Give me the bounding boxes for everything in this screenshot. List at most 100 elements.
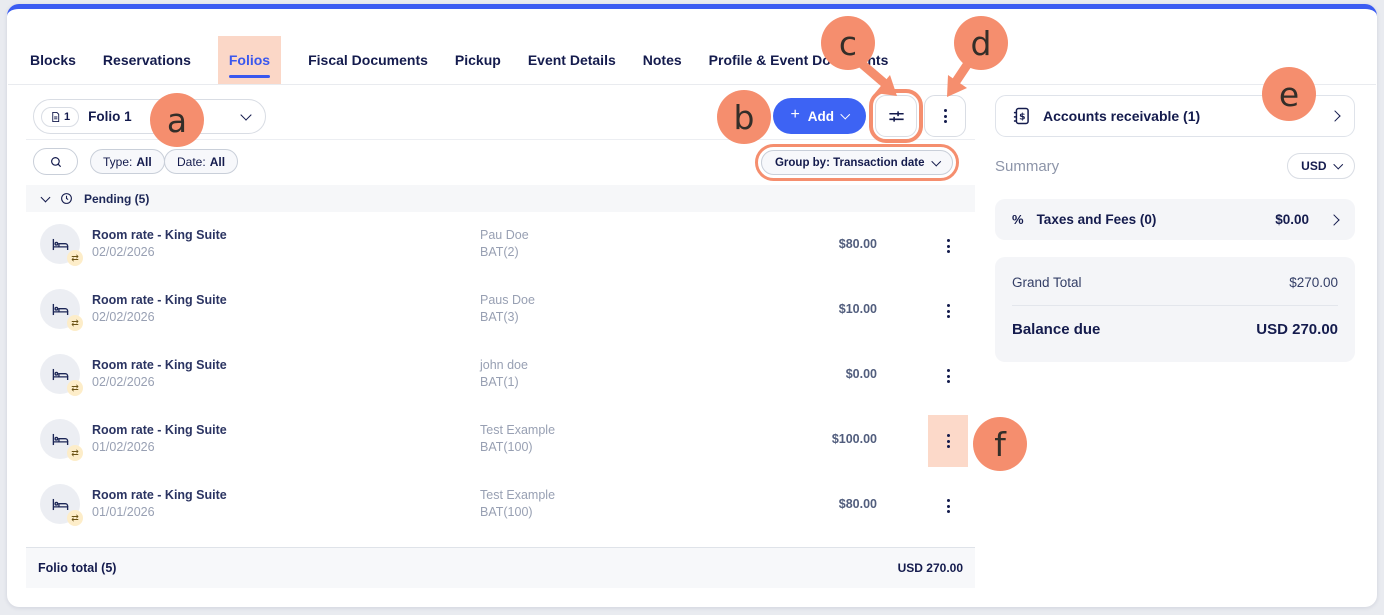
currency-dropdown[interactable]: USD xyxy=(1287,153,1355,179)
currency-value: USD xyxy=(1301,159,1326,173)
tabbar-divider xyxy=(8,84,1376,85)
transaction-date: 02/02/2026 xyxy=(92,375,227,389)
tab-reservations[interactable]: Reservations xyxy=(103,36,191,84)
tab-folios[interactable]: Folios xyxy=(218,36,281,84)
transaction-more-options-button-highlighted[interactable] xyxy=(928,415,968,467)
summary-header-row: Summary USD xyxy=(995,152,1355,180)
transaction-amount: $80.00 xyxy=(839,497,877,511)
transaction-account: BAT(1) xyxy=(480,375,528,389)
transfer-badge-icon: ⇄ xyxy=(67,380,83,396)
annotation-marker-b: b xyxy=(717,90,771,144)
transaction-more-options-button[interactable] xyxy=(928,220,968,272)
folio-more-options-button[interactable] xyxy=(924,95,966,137)
chevron-down-icon xyxy=(841,110,850,119)
taxes-and-fees-label: Taxes and Fees (0) xyxy=(1037,212,1263,227)
percent-icon: % xyxy=(1012,212,1024,227)
svg-text:$: $ xyxy=(1019,111,1025,122)
bed-icon xyxy=(51,235,70,254)
room-rate-avatar: ⇄ xyxy=(40,484,80,524)
tab-notes[interactable]: Notes xyxy=(643,36,682,84)
transaction-title: Room rate - King Suite xyxy=(92,228,227,242)
taxes-and-fees-card[interactable]: % Taxes and Fees (0) $0.00 xyxy=(995,199,1355,240)
kebab-icon xyxy=(947,369,950,383)
add-button[interactable]: + Add xyxy=(773,98,866,134)
chevron-down-icon xyxy=(931,156,940,165)
folio-total-amount: USD 270.00 xyxy=(898,561,963,575)
group-by-dropdown[interactable]: Group by: Transaction date xyxy=(761,150,953,175)
totals-divider xyxy=(1012,305,1338,306)
group-by-label: Group by: Transaction date xyxy=(775,157,925,169)
taxes-and-fees-amount: $0.00 xyxy=(1275,212,1309,227)
search-button[interactable] xyxy=(33,148,78,175)
transaction-amount: $100.00 xyxy=(832,432,877,446)
bed-icon xyxy=(51,365,70,384)
transaction-guest: Test Example xyxy=(480,488,555,502)
kebab-icon xyxy=(947,239,950,253)
filter-settings-button[interactable] xyxy=(875,95,917,137)
annotation-marker-c: c xyxy=(821,16,875,70)
annotation-marker-f: f xyxy=(973,417,1027,471)
transaction-row: ⇄ Room rate - King Suite 01/01/2026 Test… xyxy=(26,474,975,539)
kebab-icon xyxy=(947,434,950,448)
transaction-amount: $10.00 xyxy=(839,302,877,316)
transaction-title: Room rate - King Suite xyxy=(92,358,227,372)
bed-icon xyxy=(51,300,70,319)
tab-event-details[interactable]: Event Details xyxy=(528,36,616,84)
bed-icon xyxy=(51,495,70,514)
transaction-guest: john doe xyxy=(480,358,528,372)
transaction-date: 02/02/2026 xyxy=(92,310,227,324)
screenshot-canvas: Blocks Reservations Folios Fiscal Docume… xyxy=(0,0,1384,615)
folio-count: 1 xyxy=(64,111,70,123)
transaction-more-options-button[interactable] xyxy=(928,480,968,532)
transaction-title: Room rate - King Suite xyxy=(92,293,227,307)
kebab-icon xyxy=(947,499,950,513)
transaction-guest: Test Example xyxy=(480,423,555,437)
pending-section-label: Pending (5) xyxy=(84,192,149,206)
tab-pickup[interactable]: Pickup xyxy=(455,36,501,84)
type-filter[interactable]: Type: All xyxy=(90,149,165,174)
chevron-right-icon xyxy=(1328,214,1339,225)
transaction-title: Room rate - King Suite xyxy=(92,423,227,437)
plus-icon: + xyxy=(790,106,799,124)
type-filter-label: Type: xyxy=(103,155,132,169)
transaction-row: ⇄ Room rate - King Suite 02/02/2026 john… xyxy=(26,344,975,409)
collapse-chevron-icon[interactable] xyxy=(41,193,51,203)
transaction-more-options-button[interactable] xyxy=(928,285,968,337)
chevron-down-icon xyxy=(1333,160,1342,169)
annotation-marker-d: d xyxy=(954,16,1008,70)
transaction-guest: Paus Doe xyxy=(480,293,535,307)
bed-icon xyxy=(51,430,70,449)
tab-blocks[interactable]: Blocks xyxy=(30,36,76,84)
transfer-badge-icon: ⇄ xyxy=(67,315,83,331)
transaction-account: BAT(3) xyxy=(480,310,535,324)
type-filter-value: All xyxy=(136,155,151,169)
transaction-title: Room rate - King Suite xyxy=(92,488,227,502)
transaction-row: ⇄ Room rate - King Suite 01/02/2026 Test… xyxy=(26,409,975,474)
transaction-date: 02/02/2026 xyxy=(92,245,227,259)
tab-fiscal-documents[interactable]: Fiscal Documents xyxy=(308,36,428,84)
transaction-row: ⇄ Room rate - King Suite 02/02/2026 Paus… xyxy=(26,279,975,344)
balance-due-amount: USD 270.00 xyxy=(1256,321,1338,338)
room-rate-avatar: ⇄ xyxy=(40,354,80,394)
add-button-label: Add xyxy=(808,109,834,124)
transfer-badge-icon: ⇄ xyxy=(67,445,83,461)
search-icon xyxy=(49,155,63,169)
transaction-list: ⇄ Room rate - King Suite 02/02/2026 Pau … xyxy=(26,214,975,539)
transaction-account: BAT(100) xyxy=(480,505,555,519)
chevron-down-icon xyxy=(240,109,251,120)
annotation-marker-a: a xyxy=(150,93,204,147)
transaction-amount: $0.00 xyxy=(846,367,877,381)
clock-icon xyxy=(60,192,73,205)
kebab-icon xyxy=(944,109,947,123)
pending-section-header: Pending (5) xyxy=(26,185,975,212)
date-filter-value: All xyxy=(210,155,225,169)
transaction-more-options-button[interactable] xyxy=(928,350,968,402)
date-filter[interactable]: Date: All xyxy=(164,149,238,174)
totals-card: Grand Total $270.00 Balance due USD 270.… xyxy=(995,257,1355,362)
folio-total-bar: Folio total (5) USD 270.00 xyxy=(26,547,975,588)
transaction-row: ⇄ Room rate - King Suite 02/02/2026 Pau … xyxy=(26,214,975,279)
transfer-badge-icon: ⇄ xyxy=(67,250,83,266)
kebab-icon xyxy=(947,304,950,318)
room-rate-avatar: ⇄ xyxy=(40,289,80,329)
document-icon xyxy=(50,111,61,123)
